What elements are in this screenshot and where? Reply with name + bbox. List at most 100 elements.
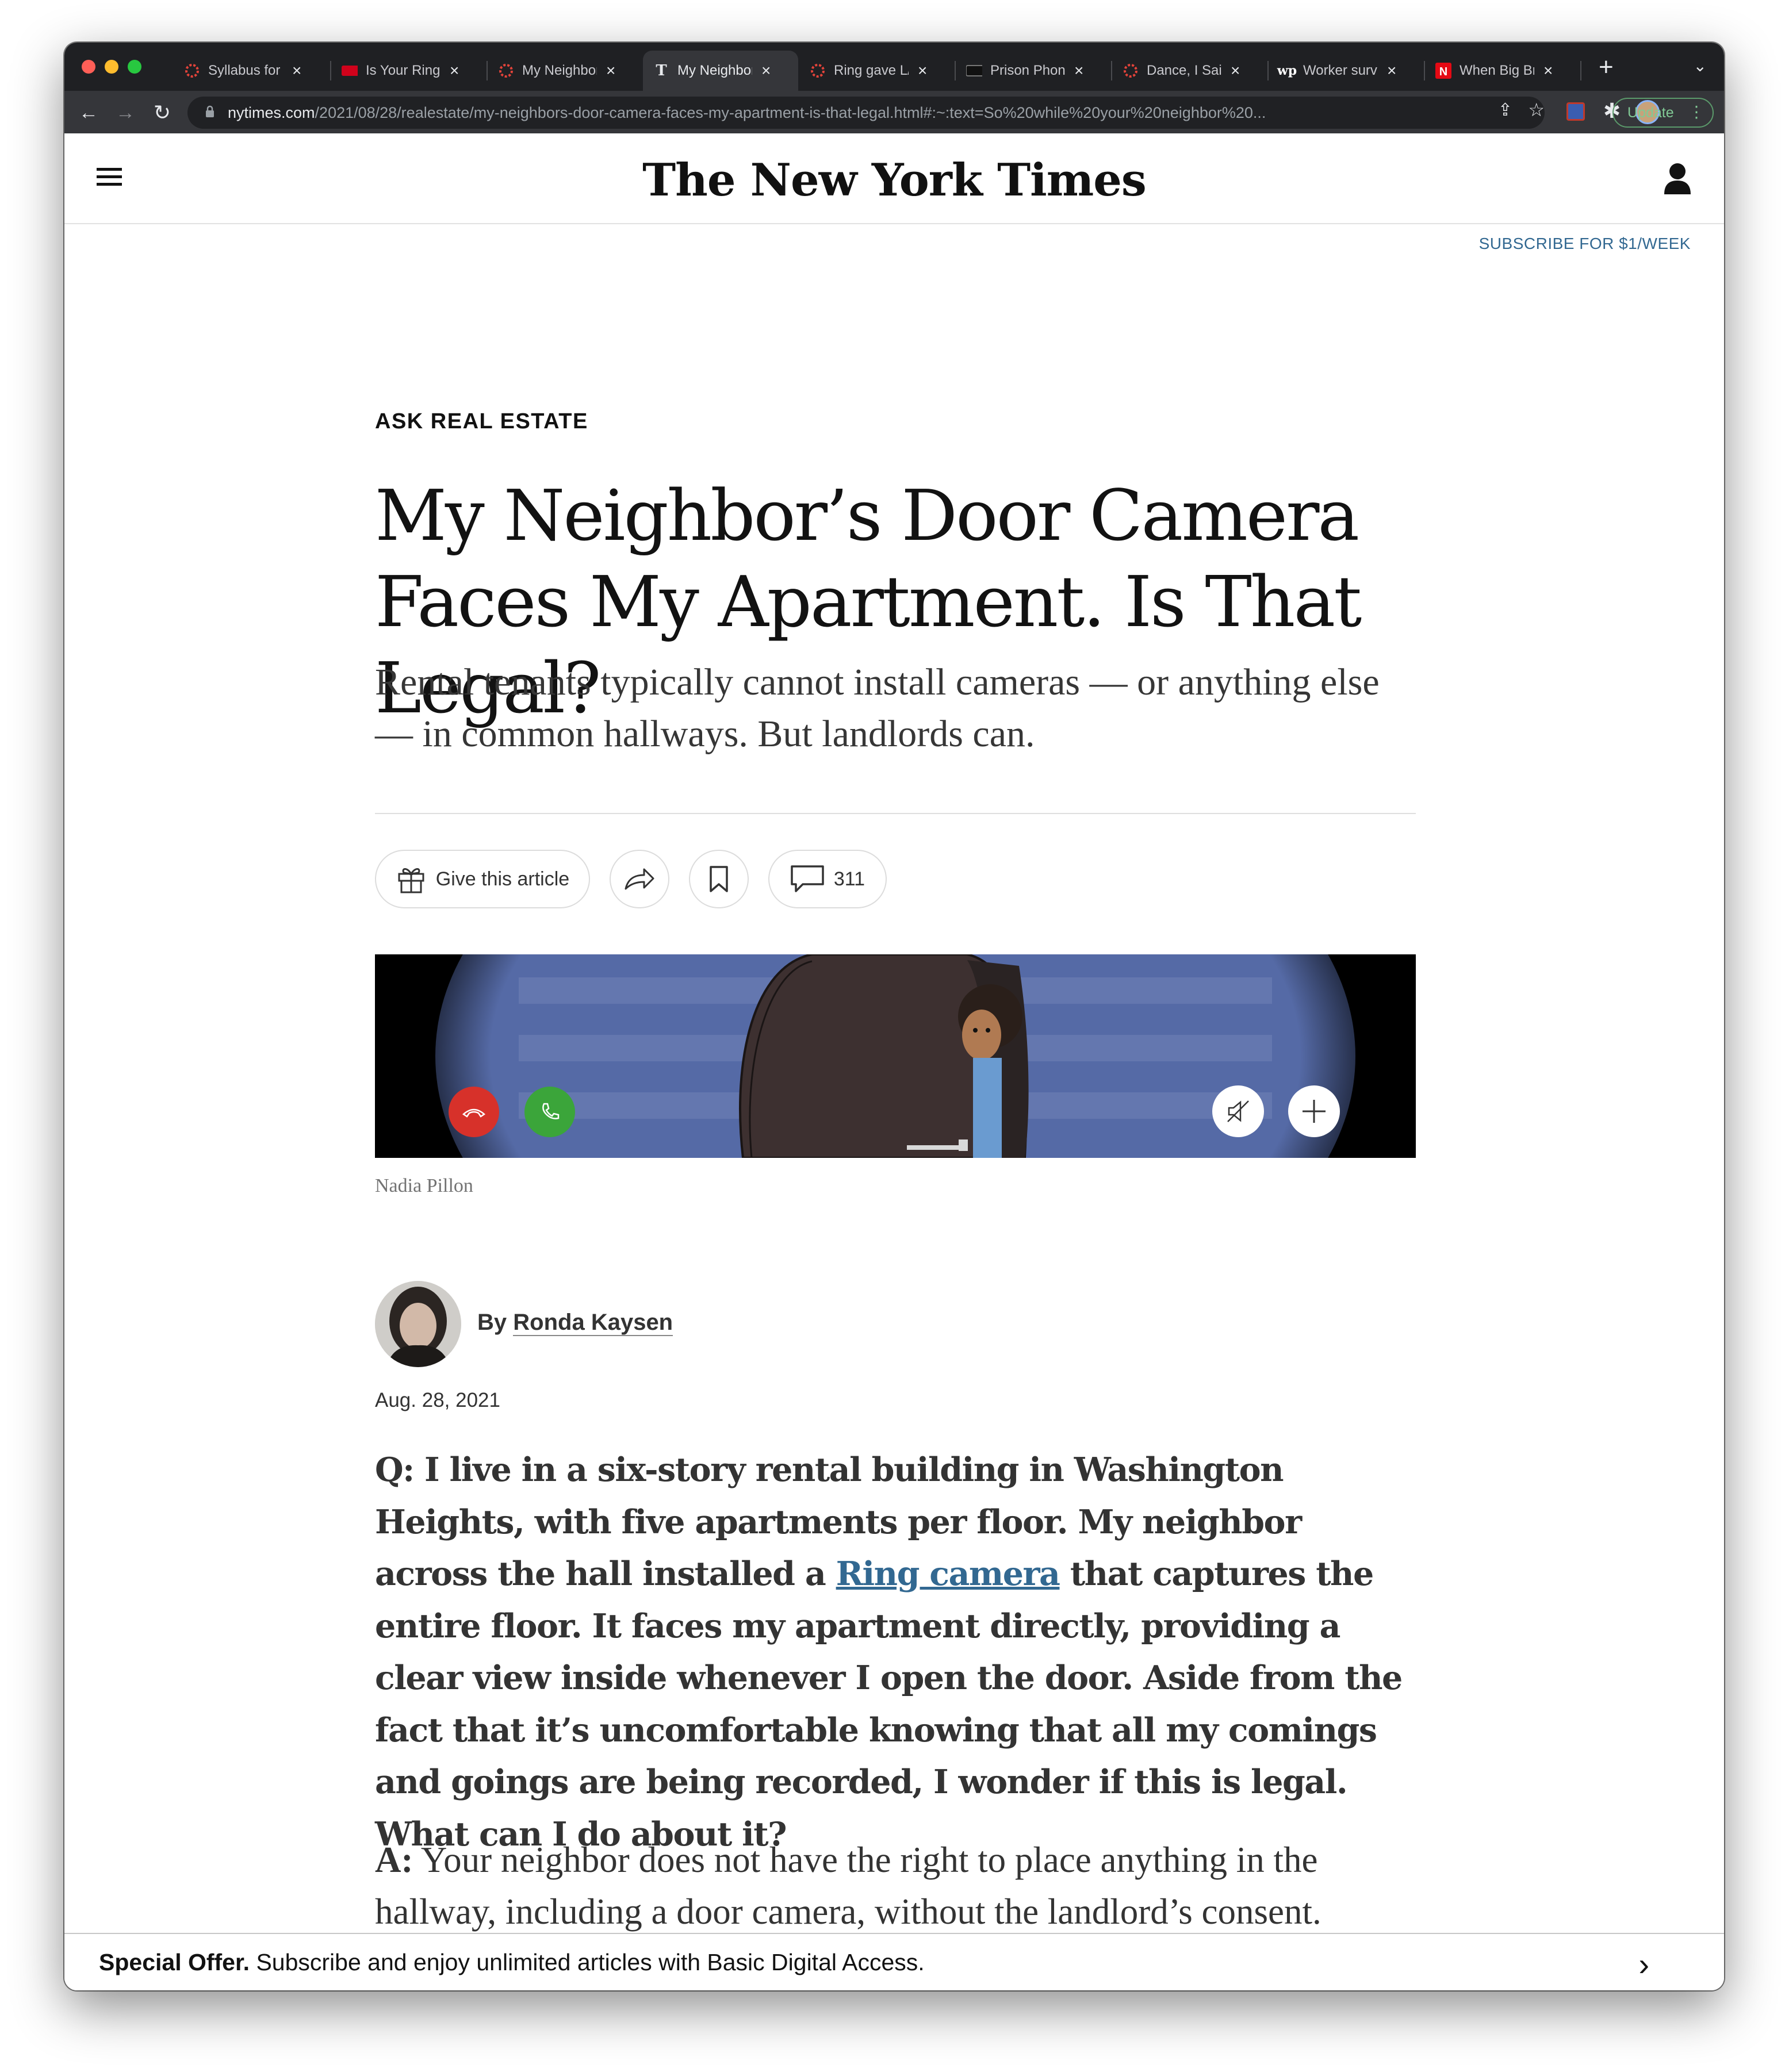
ring-favicon-icon	[810, 63, 826, 79]
close-tab-icon[interactable]: ×	[292, 62, 301, 80]
give-article-label: Give this article	[435, 868, 570, 890]
comments-button[interactable]: 311	[768, 850, 887, 908]
share-icon[interactable]: ⇪	[1498, 100, 1512, 120]
url-domain: nytimes.com	[228, 103, 315, 121]
answer-paragraph: A: Your neighbor does not have the right…	[375, 1834, 1416, 1937]
tab-search-chevron-icon[interactable]: ⌄	[1694, 56, 1707, 75]
tab-title: Ring gave L/	[834, 63, 909, 78]
bookmark-icon	[709, 865, 729, 893]
section-kicker[interactable]: ASK REAL ESTATE	[375, 409, 588, 434]
offer-text: Subscribe and enjoy unlimited articles w…	[250, 1948, 925, 1975]
update-button[interactable]: Update ⋮	[1612, 98, 1714, 128]
question-paragraph: Q: I live in a six-story rental building…	[375, 1444, 1416, 1860]
tab-prison-phone[interactable]: Prison Phone ×	[956, 51, 1094, 91]
forward-arrow-icon[interactable]: →	[113, 100, 138, 125]
browser-window: Syllabus for × Is Your Ring × My Neighbo…	[64, 43, 1724, 1990]
account-user-icon[interactable]	[1664, 162, 1691, 197]
speaker-muted-icon	[1227, 1100, 1249, 1122]
divider	[375, 813, 1416, 814]
comment-bubble-icon	[790, 865, 825, 893]
close-tab-icon[interactable]: ×	[1387, 62, 1396, 80]
accept-call-button[interactable]	[524, 1087, 575, 1137]
tab-title: Worker surv	[1303, 63, 1377, 78]
lock-icon[interactable]	[205, 105, 215, 121]
svg-text:N: N	[1439, 66, 1447, 78]
tab-title: Dance, I Said	[1147, 63, 1221, 78]
plus-icon	[1303, 1100, 1326, 1123]
add-button[interactable]	[1288, 1085, 1340, 1137]
tab-my-neighbor-active[interactable]: T My Neighbor ×	[643, 51, 798, 91]
close-tab-icon[interactable]: ×	[450, 62, 459, 80]
publish-date: Aug. 28, 2021	[375, 1389, 500, 1411]
new-tab-button[interactable]: +	[1599, 53, 1614, 82]
chevron-right-icon[interactable]: ›	[1638, 1946, 1649, 1983]
tab-title: My Neighbor	[522, 63, 597, 78]
decline-call-button[interactable]	[449, 1087, 499, 1137]
close-tab-icon[interactable]: ×	[1074, 62, 1083, 80]
nyt-favicon-icon: T	[656, 62, 667, 79]
author-avatar[interactable]	[375, 1281, 461, 1367]
give-article-button[interactable]: Give this article	[375, 850, 590, 908]
special-offer-banner[interactable]: Special Offer. Subscribe and enjoy unlim…	[64, 1933, 1724, 1990]
tab-when-big-br[interactable]: N When Big Br ×	[1425, 51, 1563, 91]
update-label: Update	[1627, 104, 1674, 121]
question-text-after: that captures the entire floor. It faces…	[375, 1555, 1403, 1854]
share-button[interactable]	[610, 850, 669, 908]
hang-up-phone-icon	[462, 1108, 486, 1118]
close-tab-icon[interactable]: ×	[606, 62, 615, 80]
summary: Rental tenants typically cannot install …	[375, 661, 1380, 755]
tab-title: Is Your Ring	[366, 63, 440, 78]
author-photo	[375, 1281, 461, 1367]
article-illustration[interactable]	[375, 954, 1416, 1158]
maximize-window-button[interactable]	[128, 60, 141, 74]
mute-button[interactable]	[1212, 1085, 1264, 1137]
image-credit: Nadia Pillon	[375, 1175, 473, 1196]
tab-is-your-ring[interactable]: Is Your Ring ×	[331, 51, 469, 91]
news-favicon-icon	[342, 63, 358, 79]
ring-favicon-icon	[498, 63, 514, 79]
phone-icon	[542, 1103, 560, 1119]
close-window-button[interactable]	[82, 60, 95, 74]
tab-dance[interactable]: Dance, I Said ×	[1112, 51, 1250, 91]
minimize-window-button[interactable]	[105, 60, 118, 74]
share-arrow-icon	[623, 866, 656, 892]
bookmark-star-icon[interactable]: ☆	[1528, 99, 1545, 121]
ring-favicon-icon	[184, 63, 200, 79]
netflix-favicon-icon: N	[1435, 63, 1451, 79]
page-content: The New York Times SUBSCRIBE FOR $1/WEEK…	[64, 133, 1724, 1990]
subscribe-link[interactable]: SUBSCRIBE FOR $1/WEEK	[1479, 235, 1691, 253]
wp-favicon-icon: wp	[1277, 63, 1297, 78]
close-tab-icon[interactable]: ×	[1543, 62, 1553, 80]
close-tab-icon[interactable]: ×	[918, 62, 927, 80]
back-arrow-icon[interactable]: ←	[76, 100, 101, 125]
byline: By Ronda Kaysen	[477, 1310, 673, 1336]
tab-ring-gave[interactable]: Ring gave L/ ×	[799, 51, 937, 91]
extension-icon[interactable]	[1566, 102, 1585, 121]
close-tab-icon[interactable]: ×	[761, 62, 771, 80]
ring-favicon-icon	[1123, 63, 1139, 79]
nyt-logo[interactable]: The New York Times	[64, 154, 1724, 206]
address-bar[interactable]: nytimes.com/2021/08/28/realestate/my-nei…	[187, 97, 1545, 129]
offer-title: Special Offer.	[99, 1948, 250, 1975]
url-path: /2021/08/28/realestate/my-neighbors-door…	[315, 103, 1266, 121]
answer-text: Your neighbor does not have the right to…	[375, 1840, 1321, 1932]
save-button[interactable]	[689, 850, 749, 908]
tab-title: When Big Br	[1460, 63, 1534, 78]
byline-prefix: By	[477, 1310, 507, 1335]
author-link[interactable]: Ronda Kaysen	[513, 1310, 673, 1336]
ring-camera-link[interactable]: Ring camera	[836, 1555, 1060, 1593]
site-header: The New York Times	[64, 133, 1724, 224]
close-tab-icon[interactable]: ×	[1231, 62, 1240, 80]
more-menu-icon[interactable]: ⋮	[1688, 102, 1704, 121]
answer-label: A:	[375, 1840, 413, 1880]
tab-title: Syllabus for	[208, 63, 281, 78]
toolbar: ← → ↻ nytimes.com/2021/08/28/realestate/…	[64, 91, 1724, 133]
tab-my-neighbor-1[interactable]: My Neighbor ×	[488, 51, 626, 91]
tab-syllabus[interactable]: Syllabus for ×	[174, 51, 312, 91]
url-text[interactable]: nytimes.com/2021/08/28/realestate/my-nei…	[228, 104, 1378, 122]
tab-separator	[1580, 61, 1581, 80]
tab-worker-surv[interactable]: wp Worker surv ×	[1269, 51, 1407, 91]
reload-icon[interactable]: ↻	[150, 100, 175, 125]
tab-bar: Syllabus for × Is Your Ring × My Neighbo…	[64, 43, 1724, 91]
tab-title: Prison Phone	[990, 63, 1065, 78]
